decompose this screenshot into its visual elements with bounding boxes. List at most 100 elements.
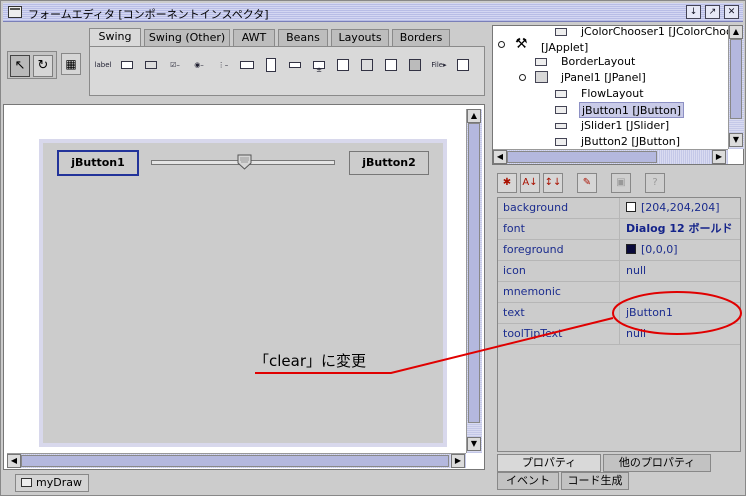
slider-thumb-icon[interactable]: [237, 154, 252, 170]
tab-beans[interactable]: Beans: [278, 29, 328, 47]
jbutton2[interactable]: jButton2: [349, 151, 429, 175]
palette-button-icon[interactable]: [118, 57, 136, 73]
tree-node-jpanel1[interactable]: jPanel1 [JPanel]: [561, 70, 646, 86]
show-editable-icon[interactable]: ✎: [577, 173, 597, 193]
palette-combobox-icon[interactable]: [238, 57, 256, 73]
expand-knob-icon[interactable]: [519, 74, 526, 81]
tree-node-jcolorchooser1[interactable]: jColorChooser1 [JColorChooser]: [581, 26, 743, 40]
annotation-label: 「clear」に変更: [254, 352, 367, 370]
property-sheet: background [204,204,204] font Dialog 12 …: [497, 197, 741, 452]
selection-arrow-icon[interactable]: ↖: [10, 55, 30, 77]
property-value[interactable]: null: [622, 324, 740, 344]
palette-label-icon[interactable]: label: [94, 57, 112, 73]
palette-radio-icon[interactable]: ◉–: [190, 57, 208, 73]
palette-textfield-icon[interactable]: [286, 57, 304, 73]
tree-node-jslider1[interactable]: jSlider1 [JSlider]: [581, 118, 669, 134]
color-swatch-icon: [626, 244, 636, 254]
help-icon[interactable]: ?: [645, 173, 665, 193]
property-value[interactable]: [204,204,204]: [622, 198, 740, 218]
borderlayout-icon: [535, 58, 547, 66]
palette-list-icon[interactable]: [262, 57, 280, 73]
palette-formatted-icon[interactable]: ±: [310, 57, 328, 74]
scroll-down-icon[interactable]: ▼: [467, 437, 481, 451]
property-row[interactable]: mnemonic: [498, 282, 740, 303]
customize-icon[interactable]: ▣: [611, 173, 631, 193]
selection-mode-group: ↖ ↻: [7, 51, 57, 79]
scroll-left-icon[interactable]: ◀: [7, 454, 21, 468]
property-row[interactable]: icon null: [498, 261, 740, 282]
scroll-up-icon[interactable]: ▲: [467, 109, 481, 123]
tree-vscroll-thumb[interactable]: [730, 39, 742, 119]
property-value[interactable]: [0,0,0]: [622, 240, 740, 260]
tab-borders[interactable]: Borders: [392, 29, 450, 47]
property-name: font: [498, 219, 620, 239]
minimize-button[interactable]: ↓: [686, 5, 701, 19]
tab-awt[interactable]: AWT: [233, 29, 275, 47]
scroll-left-icon[interactable]: ◀: [493, 150, 507, 164]
test-form-icon[interactable]: ▦: [61, 53, 81, 75]
scroll-right-icon[interactable]: ▶: [712, 150, 726, 164]
tree-node-borderlayout[interactable]: BorderLayout: [561, 54, 635, 70]
property-row[interactable]: background [204,204,204]: [498, 198, 740, 219]
connection-mode-icon[interactable]: ↻: [33, 55, 53, 77]
sort-by-type-icon[interactable]: ↕↓: [543, 173, 563, 193]
scroll-up-icon[interactable]: ▲: [729, 25, 743, 39]
tab-properties[interactable]: プロパティ: [497, 454, 601, 472]
tab-other-properties[interactable]: 他のプロパティ: [603, 454, 711, 472]
button-icon: [555, 138, 567, 146]
tab-swing-other[interactable]: Swing (Other): [144, 29, 230, 47]
window-title: フォームエディタ [コンポーネントインスペクタ]: [28, 8, 269, 21]
property-toolbar: ✱ A↓ ↕↓ ✎ ▣ ?: [495, 173, 743, 195]
palette-textarea-icon[interactable]: [334, 57, 352, 73]
canvas-horizontal-scrollbar[interactable]: ◀ ▶: [7, 453, 466, 468]
document-tab-label: myDraw: [36, 476, 82, 489]
canvas-vertical-scrollbar[interactable]: ▲ ▼: [466, 109, 482, 453]
palette-menu-icon[interactable]: [454, 57, 472, 73]
palette-panel-icon[interactable]: [358, 57, 376, 73]
document-tab-mydraw[interactable]: myDraw: [15, 474, 89, 492]
palette-toolbar-icon[interactable]: [406, 57, 424, 73]
palette-splitpane-icon[interactable]: [382, 57, 400, 73]
tree-horizontal-scrollbar[interactable]: ◀ ▶: [493, 149, 728, 164]
tree-hscroll-thumb[interactable]: [507, 151, 657, 163]
scroll-down-icon[interactable]: ▼: [729, 133, 743, 147]
tab-events[interactable]: イベント: [497, 472, 559, 490]
property-name: toolTipText: [498, 324, 620, 344]
window-icon: [8, 6, 22, 18]
tab-layouts[interactable]: Layouts: [331, 29, 389, 47]
property-row[interactable]: text jButton1: [498, 303, 740, 324]
property-row[interactable]: toolTipText null: [498, 324, 740, 345]
tree-vertical-scrollbar[interactable]: ▲ ▼: [728, 25, 744, 149]
property-value[interactable]: Dialog 12 ボールド: [622, 219, 740, 239]
canvas-vscroll-thumb[interactable]: [468, 123, 480, 423]
expand-knob-icon[interactable]: [498, 41, 505, 48]
property-row[interactable]: font Dialog 12 ボールド: [498, 219, 740, 240]
unsorted-icon[interactable]: ✱: [497, 173, 517, 193]
tree-node-jbutton2[interactable]: jButton2 [JButton]: [581, 134, 680, 150]
property-row[interactable]: foreground [0,0,0]: [498, 240, 740, 261]
property-value[interactable]: [622, 282, 740, 302]
palette-filechooser-icon[interactable]: File▸: [430, 57, 448, 73]
scroll-right-icon[interactable]: ▶: [451, 454, 465, 468]
maximize-button[interactable]: ↗: [705, 5, 720, 19]
canvas-hscroll-thumb[interactable]: [21, 455, 449, 467]
palette-buttongroup-icon[interactable]: ⋮–: [214, 57, 232, 73]
title-bar: フォームエディタ [コンポーネントインスペクタ] ↓ ↗ ✕: [3, 3, 743, 22]
applet-form[interactable]: [43, 143, 443, 443]
property-name: foreground: [498, 240, 620, 260]
slider-icon: [555, 123, 567, 129]
tab-code-generation[interactable]: コード生成: [561, 472, 629, 490]
jbutton1[interactable]: jButton1: [57, 150, 139, 176]
property-value[interactable]: null: [622, 261, 740, 281]
palette-toggle-icon[interactable]: [142, 57, 160, 73]
palette-checkbox-icon[interactable]: ☑–: [166, 57, 184, 73]
property-value[interactable]: jButton1: [622, 303, 740, 323]
tree-node-jbutton1[interactable]: jButton1 [JButton]: [579, 102, 685, 118]
tab-swing[interactable]: Swing: [89, 28, 141, 47]
component-palette: label ☑– ◉– ⋮– ± File▸: [89, 46, 485, 96]
close-button[interactable]: ✕: [724, 5, 739, 19]
property-name: mnemonic: [498, 282, 620, 302]
tree-node-flowlayout[interactable]: FlowLayout: [581, 86, 644, 102]
applet-icon: ⚒: [515, 36, 528, 52]
sort-by-name-icon[interactable]: A↓: [520, 173, 540, 193]
